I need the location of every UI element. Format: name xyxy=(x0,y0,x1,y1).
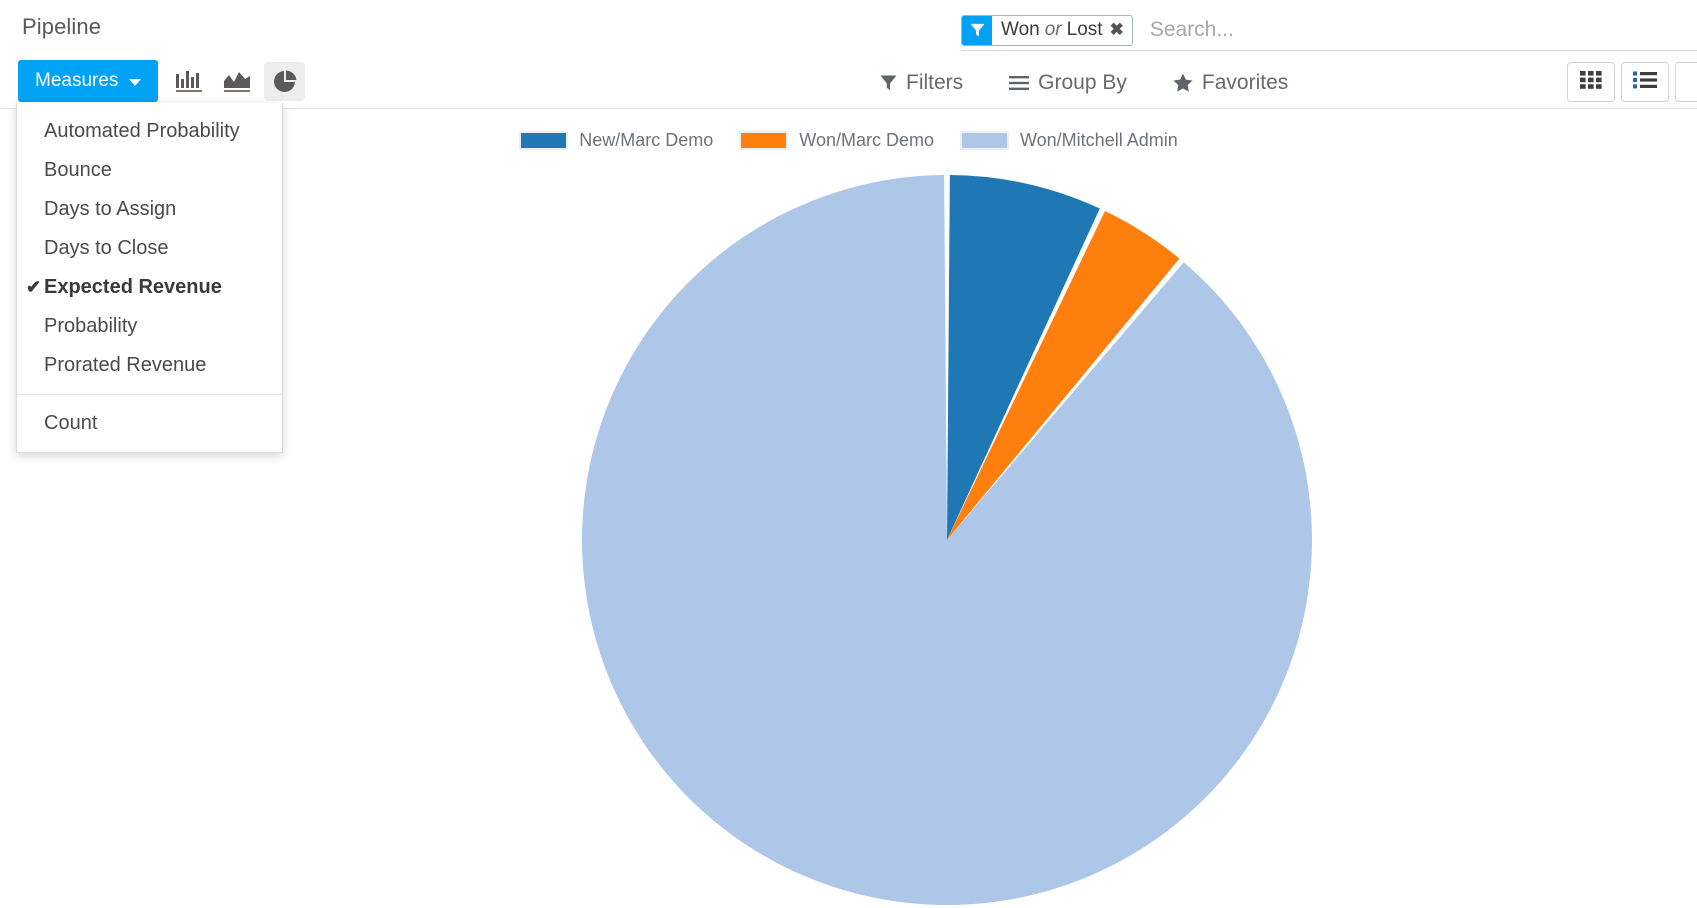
facet-operator: or xyxy=(1044,19,1062,40)
measure-label: Days to Close xyxy=(44,237,169,259)
list-view-button[interactable] xyxy=(1621,62,1669,102)
facet-term-1: Won xyxy=(1001,19,1040,40)
top-control-panel: Pipeline Won or Lost ✖ xyxy=(0,0,1697,56)
menu-divider xyxy=(17,394,282,395)
group-by-menu-button[interactable]: Group By xyxy=(1009,71,1127,95)
measure-label: Probability xyxy=(44,315,138,337)
hamburger-icon xyxy=(1009,75,1030,91)
list-icon xyxy=(1633,70,1657,95)
measure-item-bounce[interactable]: Bounce xyxy=(17,151,282,190)
measure-item-days-to-close[interactable]: Days to Close xyxy=(17,229,282,268)
measure-item-prorated-revenue[interactable]: Prorated Revenue xyxy=(17,346,282,385)
extra-view-button[interactable] xyxy=(1675,62,1697,102)
grid-icon xyxy=(1580,70,1602,95)
measure-label: Expected Revenue xyxy=(44,276,222,298)
measure-item-probability[interactable]: Probability xyxy=(17,307,282,346)
measure-label: Prorated Revenue xyxy=(44,354,207,376)
pivot-graph-view: Pipeline Won or Lost ✖ Measure xyxy=(0,0,1697,908)
favorites-label: Favorites xyxy=(1201,70,1289,94)
breadcrumb[interactable]: Pipeline xyxy=(22,14,101,40)
bar-chart-button[interactable] xyxy=(168,62,209,101)
search-bar: Won or Lost ✖ xyxy=(961,10,1697,50)
search-facet-won-or-lost[interactable]: Won or Lost ✖ xyxy=(961,14,1133,46)
facet-label: Won or Lost xyxy=(992,16,1110,45)
measure-item-days-to-assign[interactable]: Days to Assign xyxy=(17,190,282,229)
measure-label: Automated Probability xyxy=(44,120,240,142)
action-bar: Measures Filters Group By Favorites xyxy=(0,56,1697,109)
pie-slice[interactable] xyxy=(581,175,1312,905)
measure-item-expected-revenue[interactable]: ✔ Expected Revenue xyxy=(17,268,282,307)
measure-item-automated-probability[interactable]: Automated Probability xyxy=(17,112,282,151)
view-switcher xyxy=(1567,62,1697,102)
check-icon: ✔ xyxy=(26,277,42,297)
bar-chart-icon xyxy=(175,70,202,94)
line-chart-button[interactable] xyxy=(216,62,257,101)
measure-item-count[interactable]: Count xyxy=(17,404,282,443)
kanban-view-button[interactable] xyxy=(1567,62,1615,102)
filters-label: Filters xyxy=(906,70,964,94)
search-input[interactable] xyxy=(1132,18,1697,42)
measure-label: Bounce xyxy=(44,159,112,181)
pie-chart-icon xyxy=(273,70,297,94)
control-panel-nav: Filters Group By Favorites xyxy=(880,56,1288,109)
favorites-menu-button[interactable]: Favorites xyxy=(1173,71,1288,95)
measure-label: Count xyxy=(44,412,98,434)
measure-label: Days to Assign xyxy=(44,198,177,220)
funnel-icon xyxy=(962,15,992,45)
line-chart-icon xyxy=(223,70,250,94)
filter-icon xyxy=(880,74,897,91)
facet-term-2: Lost xyxy=(1066,19,1103,40)
chevron-down-icon xyxy=(129,78,142,86)
measures-button-label: Measures xyxy=(35,70,119,91)
filters-menu-button[interactable]: Filters xyxy=(880,71,963,95)
group-by-label: Group By xyxy=(1038,70,1127,94)
facet-remove-icon[interactable]: ✖ xyxy=(1110,16,1132,45)
measures-button[interactable]: Measures xyxy=(18,60,159,102)
search-underline xyxy=(961,50,1697,51)
star-icon xyxy=(1173,73,1193,92)
pie-chart-button[interactable] xyxy=(264,62,305,101)
measures-dropdown-menu: Automated Probability Bounce Days to Ass… xyxy=(16,103,283,453)
